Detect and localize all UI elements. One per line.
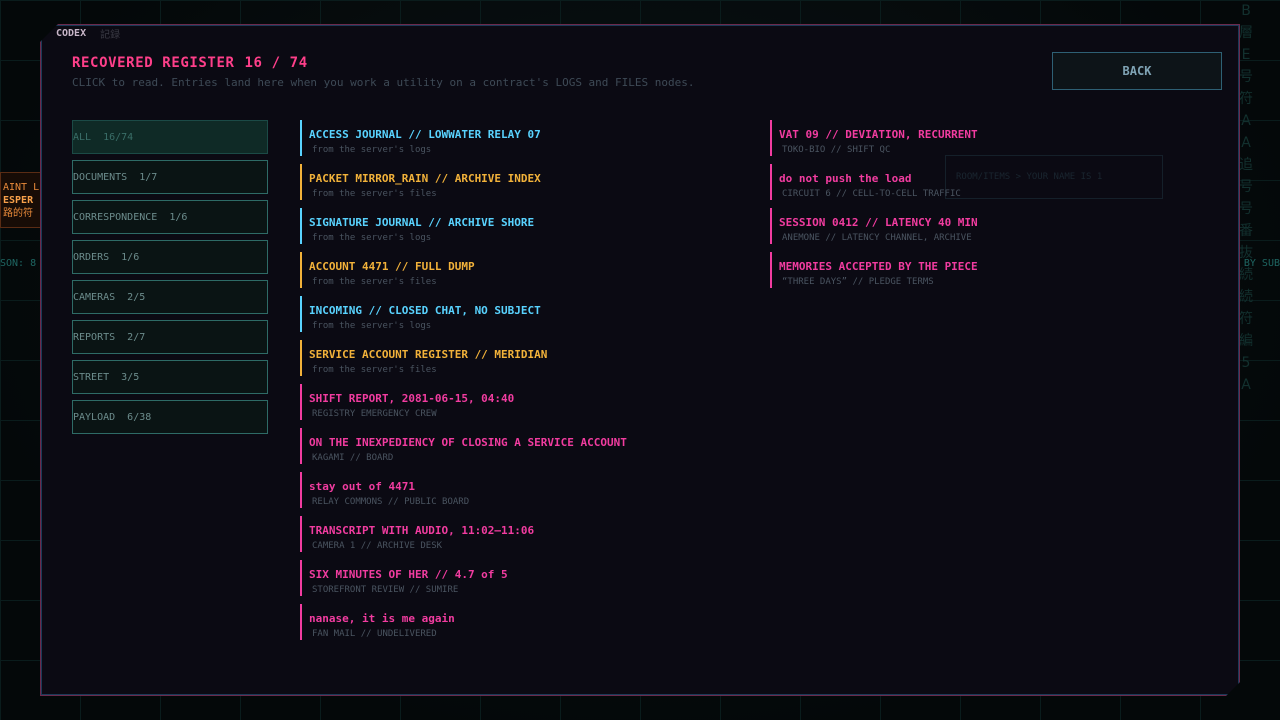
entry-source: from the server's files xyxy=(312,189,437,199)
register-entry[interactable]: PACKET MIRROR_RAIN // ARCHIVE INDEX from … xyxy=(300,164,627,208)
entry-source: STOREFRONT REVIEW // SUMIRE xyxy=(312,585,459,595)
filter-label: DOCUMENTS 1/7 xyxy=(73,171,158,183)
register-entry[interactable]: ON THE INEXPEDIENCY OF CLOSING A SERVICE… xyxy=(300,428,627,472)
entry-title: SIGNATURE JOURNAL // ARCHIVE SHORE xyxy=(309,216,535,229)
filter-label: PAYLOAD 6/38 xyxy=(73,411,152,423)
filter-label: REPORTS 2/7 xyxy=(73,331,146,343)
tab-codex[interactable]: CODEX xyxy=(56,28,86,39)
filter-button[interactable]: STREET 3/5 xyxy=(72,360,268,394)
entry-source: from the server's logs xyxy=(312,145,432,155)
entry-title: do not push the load xyxy=(779,172,912,185)
entry-title: SHIFT REPORT, 2081-06-15, 04:40 xyxy=(309,392,515,405)
entry-accent-bar xyxy=(300,120,302,156)
filter-button[interactable]: CAMERAS 2/5 xyxy=(72,280,268,314)
entry-accent-bar xyxy=(770,252,772,288)
side-tag-line: AINT L xyxy=(3,182,40,193)
entry-accent-bar xyxy=(300,472,302,508)
page-title-text: RECOVERED REGISTER xyxy=(72,55,235,71)
category-filter-list: ALL 16/74 DOCUMENTS 1/7 CORRESPONDENCE 1/6… xyxy=(72,120,268,440)
filter-label: STREET 3/5 xyxy=(73,371,140,383)
tab-records[interactable]: 記録 xyxy=(100,26,120,41)
filter-button[interactable]: REPORTS 2/7 xyxy=(72,320,268,354)
side-tag-line: 路的符 xyxy=(3,208,33,219)
entry-title: INCOMING // CLOSED CHAT, NO SUBJECT xyxy=(309,304,541,317)
entry-title: VAT 09 // DEVIATION, RECURRENT xyxy=(779,128,978,141)
entry-title: SESSION 0412 // LATENCY 40 MIN xyxy=(779,216,978,229)
entry-accent-bar xyxy=(300,428,302,464)
entry-source: CIRCUIT 6 // CELL-TO-CELL TRAFFIC xyxy=(782,189,961,199)
register-entry[interactable]: SERVICE ACCOUNT REGISTER // MERIDIAN from… xyxy=(300,340,627,384)
filter-label: CAMERAS 2/5 xyxy=(73,291,146,303)
register-entry[interactable]: stay out of 4471 RELAY COMMONS // PUBLIC … xyxy=(300,472,627,516)
entry-source: ANEMONE // LATENCY CHANNEL, ARCHIVE xyxy=(782,233,972,243)
entry-source: CAMERA 1 // ARCHIVE DESK xyxy=(312,541,443,551)
register-entry[interactable]: SESSION 0412 // LATENCY 40 MIN ANEMONE //… xyxy=(770,208,978,252)
filter-label: CORRESPONDENCE 1/6 xyxy=(73,211,188,223)
entry-accent-bar xyxy=(300,164,302,200)
entry-accent-bar xyxy=(770,208,772,244)
filter-button[interactable]: CORRESPONDENCE 1/6 xyxy=(72,200,268,234)
filter-label: ALL 16/74 xyxy=(73,131,134,143)
entry-source: RELAY COMMONS // PUBLIC BOARD xyxy=(312,497,470,507)
entry-source: from the server's files xyxy=(312,277,437,287)
side-alert-tag: AINT L ESPER 路的符 xyxy=(0,172,42,228)
background-reason-text: SON: 8 xyxy=(0,258,37,269)
page-subtitle: CLICK to read. Entries land here when yo… xyxy=(72,76,695,89)
filter-label: ORDERS 1/6 xyxy=(73,251,140,263)
entry-title: TRANSCRIPT WITH AUDIO, 11:02–11:06 xyxy=(309,524,535,537)
entry-title: ACCOUNT 4471 // FULL DUMP xyxy=(309,260,475,273)
register-entry[interactable]: TRANSCRIPT WITH AUDIO, 11:02–11:06 CAMERA… xyxy=(300,516,627,560)
register-entry[interactable]: VAT 09 // DEVIATION, RECURRENT TOKO-BIO /… xyxy=(770,120,978,164)
entry-title: MEMORIES ACCEPTED BY THE PIECE xyxy=(779,260,978,273)
entry-title: SIX MINUTES OF HER // 4.7 of 5 xyxy=(309,568,508,581)
entry-accent-bar xyxy=(300,252,302,288)
entry-accent-bar xyxy=(300,604,302,640)
register-entry[interactable]: SHIFT REPORT, 2081-06-15, 04:40 REGISTRY … xyxy=(300,384,627,428)
panel-tabbar: CODEX 記録 xyxy=(56,24,120,42)
entry-source: from the server's files xyxy=(312,365,437,375)
entry-source: REGISTRY EMERGENCY CREW xyxy=(312,409,437,419)
entry-title: stay out of 4471 xyxy=(309,480,415,493)
entry-accent-bar xyxy=(300,208,302,244)
entry-accent-bar xyxy=(770,120,772,156)
background-ghost-card: ROOM/ITEMS > YOUR NAME IS 1 xyxy=(945,155,1163,199)
entry-source: KAGAMI // BOARD xyxy=(312,453,394,463)
side-tag-line: ESPER xyxy=(3,195,34,206)
filter-button[interactable]: DOCUMENTS 1/7 xyxy=(72,160,268,194)
entry-accent-bar xyxy=(300,560,302,596)
background-reason-text: BY SUB xyxy=(1243,258,1280,269)
entry-accent-bar xyxy=(300,384,302,420)
entry-source: “THREE DAYS” // PLEDGE TERMS xyxy=(782,277,934,287)
page-title: RECOVERED REGISTER 16 / 74 xyxy=(72,55,308,71)
register-entry[interactable]: SIGNATURE JOURNAL // ARCHIVE SHORE from t… xyxy=(300,208,627,252)
register-entry[interactable]: MEMORIES ACCEPTED BY THE PIECE “THREE DAY… xyxy=(770,252,978,296)
entry-accent-bar xyxy=(770,164,772,200)
entry-list-left: ACCESS JOURNAL // LOWWATER RELAY 07 from … xyxy=(300,120,627,648)
entry-source: from the server's logs xyxy=(312,321,432,331)
entry-list-right: VAT 09 // DEVIATION, RECURRENT TOKO-BIO /… xyxy=(770,120,978,296)
register-entry[interactable]: do not push the load CIRCUIT 6 // CELL-TO… xyxy=(770,164,978,208)
register-entry[interactable]: ACCOUNT 4471 // FULL DUMP from the server… xyxy=(300,252,627,296)
register-entry[interactable]: SIX MINUTES OF HER // 4.7 of 5 STOREFRONT… xyxy=(300,560,627,604)
register-entry[interactable]: INCOMING // CLOSED CHAT, NO SUBJECT from … xyxy=(300,296,627,340)
entry-accent-bar xyxy=(300,296,302,332)
filter-button[interactable]: PAYLOAD 6/38 xyxy=(72,400,268,434)
filter-button[interactable]: ALL 16/74 xyxy=(72,120,268,154)
back-button[interactable]: BACK xyxy=(1052,52,1222,90)
entry-title: PACKET MIRROR_RAIN // ARCHIVE INDEX xyxy=(309,172,541,185)
register-entry[interactable]: ACCESS JOURNAL // LOWWATER RELAY 07 from … xyxy=(300,120,627,164)
entry-source: TOKO-BIO // SHIFT QC xyxy=(782,145,891,155)
entry-accent-bar xyxy=(300,516,302,552)
entry-title: ACCESS JOURNAL // LOWWATER RELAY 07 xyxy=(309,128,541,141)
filter-button[interactable]: ORDERS 1/6 xyxy=(72,240,268,274)
entry-title: ON THE INEXPEDIENCY OF CLOSING A SERVICE… xyxy=(309,436,627,449)
entry-source: FAN MAIL // UNDELIVERED xyxy=(312,629,437,639)
recovered-count: 16 / 74 xyxy=(244,55,308,71)
entry-title: nanase, it is me again xyxy=(309,612,455,625)
entry-title: SERVICE ACCOUNT REGISTER // MERIDIAN xyxy=(309,348,548,361)
register-entry[interactable]: nanase, it is me again FAN MAIL // UNDELI… xyxy=(300,604,627,648)
entry-source: from the server's logs xyxy=(312,233,432,243)
entry-accent-bar xyxy=(300,340,302,376)
